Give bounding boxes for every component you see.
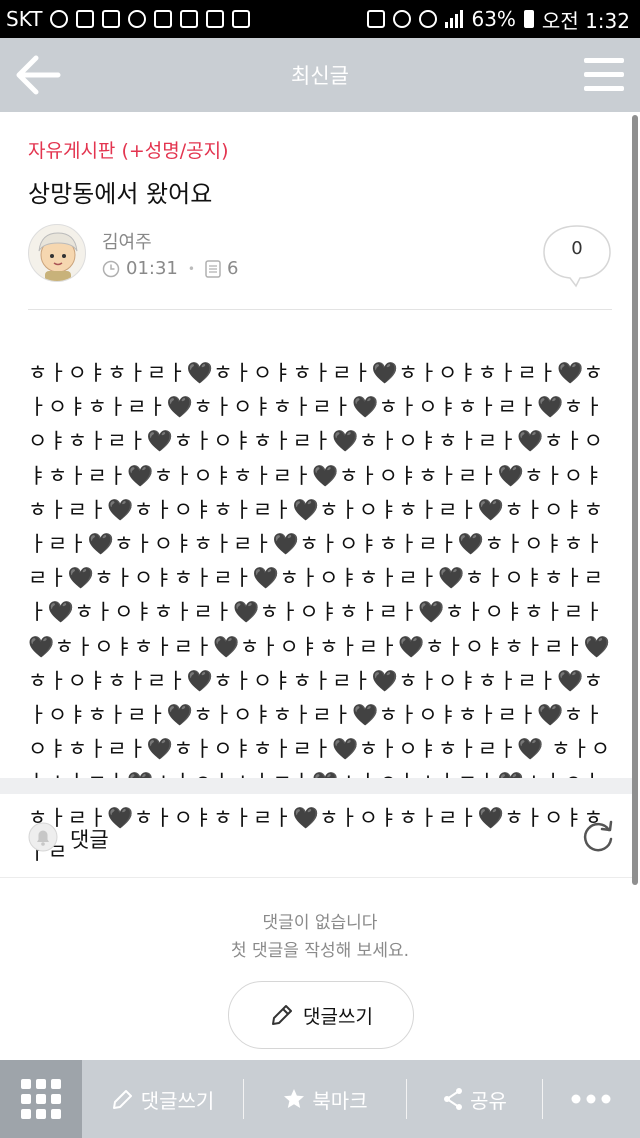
wifi-icon — [419, 10, 438, 28]
comment-count: 0 — [571, 238, 583, 259]
refresh-icon — [583, 820, 613, 852]
app-header: 최신글 — [0, 38, 640, 112]
empty-comments-hint: 첫 댓글을 작성해 보세요. — [230, 941, 409, 961]
talk-icon — [128, 10, 147, 28]
mute-icon — [367, 10, 386, 28]
grid-menu-button[interactable] — [0, 1060, 82, 1138]
gallery-icon — [102, 10, 121, 28]
profile-character-icon — [38, 232, 78, 281]
post-category[interactable]: 자유게시판 (+성명/공지) — [28, 136, 229, 163]
status-right: 63% 오전 1:32 — [367, 5, 630, 34]
pencil-icon — [112, 1090, 132, 1109]
post-meta: 01:31 • 6 — [102, 258, 238, 279]
file-icon — [180, 10, 199, 28]
page-title: 최신글 — [291, 64, 349, 88]
refresh-button[interactable] — [580, 818, 616, 854]
clock-icon — [102, 260, 120, 277]
bottom-toolbar: 댓글쓰기 북마크 공유 — [0, 1060, 640, 1138]
carrier-label: SKT — [6, 7, 43, 31]
post-time: 01:31 — [126, 258, 178, 279]
toolbar-write-comment-label: 댓글쓰기 — [140, 1088, 215, 1113]
battery-percent: 63% — [471, 7, 516, 31]
scrollbar[interactable] — [632, 115, 638, 885]
toolbar-write-comment[interactable]: 댓글쓰기 — [82, 1060, 243, 1138]
post-title: 상망동에서 왔어요 — [28, 180, 213, 208]
back-button[interactable] — [14, 52, 62, 98]
toolbar-share-label: 공유 — [470, 1088, 507, 1113]
divider — [28, 309, 612, 310]
bell-icon[interactable] — [28, 822, 58, 852]
mail-icon — [206, 10, 225, 28]
alarm-icon — [393, 10, 412, 28]
notification-icon — [50, 10, 69, 28]
section-divider — [0, 778, 632, 794]
toolbar-bookmark-label: 북마크 — [312, 1088, 368, 1113]
missed-call-icon — [154, 10, 173, 28]
write-comment-label: 댓글쓰기 — [303, 1005, 373, 1028]
status-bar: SKT 63% 오전 1:32 — [0, 0, 640, 38]
back-arrow-icon — [16, 55, 61, 95]
meta-separator: • — [187, 261, 195, 276]
avatar[interactable] — [28, 224, 86, 282]
author-name[interactable]: 김여주 — [102, 228, 152, 254]
clock: 오전 1:32 — [541, 8, 630, 33]
toolbar-share[interactable]: 공유 — [407, 1060, 542, 1138]
battery-icon — [523, 10, 534, 28]
bag-icon — [232, 10, 251, 28]
empty-comments-message: 댓글이 없습니다 — [262, 913, 378, 933]
share-icon — [444, 1088, 463, 1110]
view-count: 6 — [226, 258, 239, 279]
status-left: SKT — [6, 7, 251, 31]
phone-icon — [76, 10, 95, 28]
comment-count-bubble[interactable]: 0 — [542, 224, 612, 288]
toolbar-bookmark[interactable]: 북마크 — [244, 1060, 406, 1138]
more-icon — [571, 1094, 611, 1104]
signal-icon — [445, 10, 464, 28]
comments-label: 댓글 — [70, 828, 109, 852]
views-icon — [205, 259, 221, 278]
star-icon — [284, 1089, 305, 1108]
grid-icon — [21, 1079, 61, 1119]
hamburger-menu-icon — [584, 58, 624, 91]
write-comment-button[interactable]: 댓글쓰기 — [228, 981, 414, 1049]
comments-header: 댓글 — [0, 794, 632, 878]
pencil-icon — [272, 1005, 293, 1025]
toolbar-more-button[interactable] — [543, 1060, 639, 1138]
menu-button[interactable] — [584, 56, 624, 94]
